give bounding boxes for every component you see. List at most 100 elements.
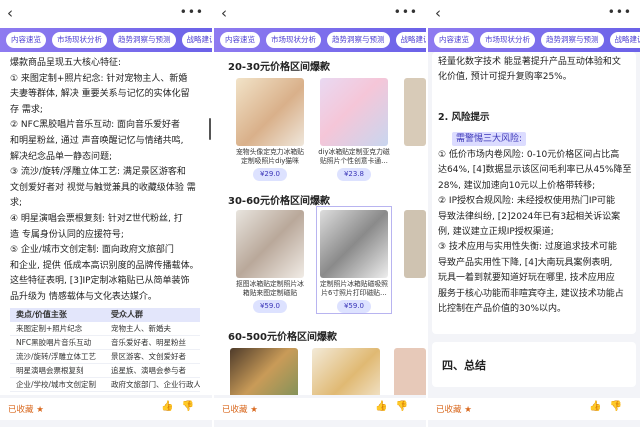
tab-overview[interactable]: 内容速览 [434, 32, 474, 48]
product-image [312, 348, 380, 395]
table-row: 企业/学校/城市文创定制 政府文旅部门、企业行政人 [10, 378, 200, 392]
footer-bar: 已收藏 ★ 👍👎 [214, 398, 426, 420]
section-title: 60-500元价格区间爆款 [228, 332, 337, 343]
text-line: 化价值, 预计可提升复购率25%。 [438, 72, 572, 83]
table-cell: 明星演唱会票根复刻 [16, 366, 84, 375]
product-card-partial[interactable] [402, 210, 426, 278]
risk-heading: 2. 风险提示 [438, 112, 490, 123]
product-image [236, 78, 304, 146]
price-tag: ¥29.0 [253, 168, 287, 181]
table-cell: 追星族、演唱会参与者 [111, 366, 186, 375]
more-icon[interactable]: ••• [394, 5, 418, 19]
text-line: 和企业, 提供 低成本高识别度的品牌传播载体。 [10, 260, 199, 271]
feedback-icons[interactable]: 👍👎 [161, 401, 202, 412]
table-row: NFC黑胶唱片音乐互动 音乐爱好者、明星粉丝 [10, 336, 200, 350]
text-line: 爆款商品呈现五大核心特征: [10, 58, 122, 68]
product-card-partial[interactable] [402, 78, 426, 146]
text-line: 导致产品实用性下降, [4]大南玩具案例表明, [438, 257, 613, 268]
price-tag: ¥59.0 [337, 300, 371, 313]
products-content: 20-30元价格区间爆款 宠物头像定克力冰箱贴定制吸照片diy猫咪 ¥29.0 … [214, 52, 426, 395]
product-card[interactable]: 抠图冰箱贴定制照片冰箱贴来图定制磁贴 ¥59.0 [234, 210, 306, 313]
table-cell: NFC黑胶唱片音乐互动 [16, 338, 92, 347]
top-bar: ‹ ••• [428, 0, 640, 28]
back-icon[interactable]: ‹ [7, 5, 13, 21]
text-line: 品升级为 情感载体与文化表达媒介。 [10, 291, 157, 302]
more-icon[interactable]: ••• [608, 5, 632, 19]
tab-market[interactable]: 市场现状分析 [266, 32, 321, 48]
text-line: 存 需求; [10, 104, 43, 115]
table-row: 来图定制+照片纪念 宠物主人、新婚夫 [10, 322, 200, 336]
table-cell: 宠物主人、新婚夫 [111, 324, 171, 333]
feedback-icons[interactable]: 👍👎 [589, 401, 630, 412]
scrollbar[interactable] [209, 118, 211, 140]
tab-trend[interactable]: 趋势洞察与预测 [113, 32, 176, 48]
favorited-button[interactable]: 已收藏 ★ [222, 403, 258, 415]
text-line: 玩具一着到就要知道好玩在哪里, 技术应用应 [438, 273, 615, 284]
tab-market[interactable]: 市场现状分析 [480, 32, 535, 48]
text-line: ⑤ 企业/城市文创定制: 面向政府文旅部门 [10, 245, 174, 256]
product-card[interactable]: 宠物头像定克力冰箱贴定制吸照片diy猫咪 ¥29.0 [234, 78, 306, 181]
product-image [230, 348, 298, 395]
back-icon[interactable]: ‹ [435, 5, 441, 21]
text-line: 这些特征表明, [3]IP定制冰箱贴已从简单装饰 [10, 276, 190, 287]
text-line: ③ 技术应用与实用性失衡: 过度追求技术可能 [438, 242, 617, 253]
panel-left: ‹ ••• 内容速览 市场现状分析 趋势洞察与预测 战略建议 爆款商品呈现五大核… [0, 0, 212, 427]
features-table: 卖点/价值主张 受众人群 来图定制+照片纪念 宠物主人、新婚夫 NFC黑胶唱片音… [10, 308, 200, 392]
tab-overview[interactable]: 内容速览 [6, 32, 46, 48]
text-line: ④ 明星演唱会票根复刻: 针对Z世代粉丝, 打 [10, 213, 183, 224]
back-icon[interactable]: ‹ [221, 5, 227, 21]
table-row: 流沙/旋转/浮雕立体工艺 景区游客、文创爱好者 [10, 350, 200, 364]
table-header: 卖点/价值主张 受众人群 [10, 308, 200, 322]
text-line: ③ 流沙/旋转/浮雕立体工艺: 满足景区游客和 [10, 167, 186, 178]
text-line: 导致法律纠纷, [2]2024年已有3起相关诉讼案 [438, 211, 621, 222]
text-line: 文创爱好者对 视觉与触觉兼具的收藏级体验 需求; [10, 182, 196, 209]
feature-paragraph: 爆款商品呈现五大核心特征: ① 来图定制+照片纪念: 针对宠物主人、新婚 夫妻等… [0, 52, 212, 306]
text-line: 例, 建议建立正规IP授权渠道; [438, 227, 554, 238]
product-image [320, 210, 388, 278]
text-line: 夫妻等群体, 解决 重要关系与记忆的实体化留 [10, 89, 190, 100]
product-title: 宠物头像定克力冰箱贴定制吸照片diy猫咪 [236, 148, 304, 165]
text-line: ① 低价市场内卷风险: 0-10元价格区间占比高 [438, 150, 620, 160]
product-card[interactable] [228, 348, 300, 395]
product-card[interactable]: diy冰箱贴定制亚克力磁贴照片个性创意卡通… ¥23.8 [318, 78, 390, 181]
tab-trend[interactable]: 趋势洞察与预测 [327, 32, 390, 48]
footer-bar: 已收藏 ★ 👍👎 [428, 398, 640, 420]
text-line: ② IP授权合规风险: 未经授权使用热门IP可能 [438, 196, 615, 207]
feedback-icons[interactable]: 👍👎 [375, 401, 416, 412]
table-header-cell: 受众人群 [111, 310, 143, 319]
text-line: 造 专属身份认同的应援符号; [10, 229, 124, 240]
product-card-selected[interactable]: 定制照片冰箱贴磁吸照片6寸照片打印磁贴… ¥59.0 [316, 206, 392, 314]
tab-strategy[interactable]: 战略建议 [181, 32, 212, 48]
text-line: 轻量化数字技术 能显著提升产品互动体验和文 [438, 57, 621, 67]
tab-overview[interactable]: 内容速览 [220, 32, 260, 48]
tab-market[interactable]: 市场现状分析 [52, 32, 107, 48]
product-image [320, 78, 388, 146]
product-title: 抠图冰箱贴定制照片冰箱贴来图定制磁贴 [236, 280, 304, 297]
product-image [404, 210, 426, 278]
favorited-button[interactable]: 已收藏 ★ [8, 403, 44, 415]
tab-trend[interactable]: 趋势洞察与预测 [541, 32, 604, 48]
text-line: 28%, 建议加速向10元以上价格带转移; [438, 180, 596, 191]
text-line: ① 来图定制+照片纪念: 针对宠物主人、新婚 [10, 73, 188, 84]
table-cell: 政府文旅部门、企业行政人 [111, 380, 200, 389]
article-content: 爆款商品呈现五大核心特征: ① 来图定制+照片纪念: 针对宠物主人、新婚 夫妻等… [0, 52, 212, 395]
table-cell: 景区游客、文创爱好者 [111, 352, 186, 361]
product-card[interactable] [310, 348, 382, 395]
table-cell: 企业/学校/城市文创定制 [16, 380, 97, 389]
intro-text: 轻量化数字技术 能显著提升产品互动体验和文 化价值, 预计可提升复购率25%。 [438, 55, 634, 86]
text-line: ② NFC黑胶唱片音乐互动: 面向音乐爱好者 [10, 120, 181, 131]
text-line: 达64%, [4]数据显示该区间毛利率已从45%降至 [438, 165, 632, 176]
table-header-cell: 卖点/价值主张 [16, 310, 67, 319]
top-bar: ‹ ••• [214, 0, 426, 28]
tab-bar: 内容速览 市场现状分析 趋势洞察与预测 战略建议 [0, 28, 212, 52]
product-card-partial[interactable] [392, 348, 426, 395]
table-cell: 来图定制+照片纪念 [16, 324, 83, 333]
tab-strategy[interactable]: 战略建议 [395, 32, 426, 48]
text-line: 解决纪念品单一静态问题; [10, 151, 113, 162]
tab-strategy[interactable]: 战略建议 [609, 32, 640, 48]
panel-right: ‹ ••• 内容速览 市场现状分析 趋势洞察与预测 战略建议 轻量化数字技术 能… [428, 0, 640, 427]
price-tag: ¥23.8 [337, 168, 371, 181]
more-icon[interactable]: ••• [180, 5, 204, 19]
favorited-button[interactable]: 已收藏 ★ [436, 403, 472, 415]
table-cell: 流沙/旋转/浮雕立体工艺 [16, 352, 97, 361]
